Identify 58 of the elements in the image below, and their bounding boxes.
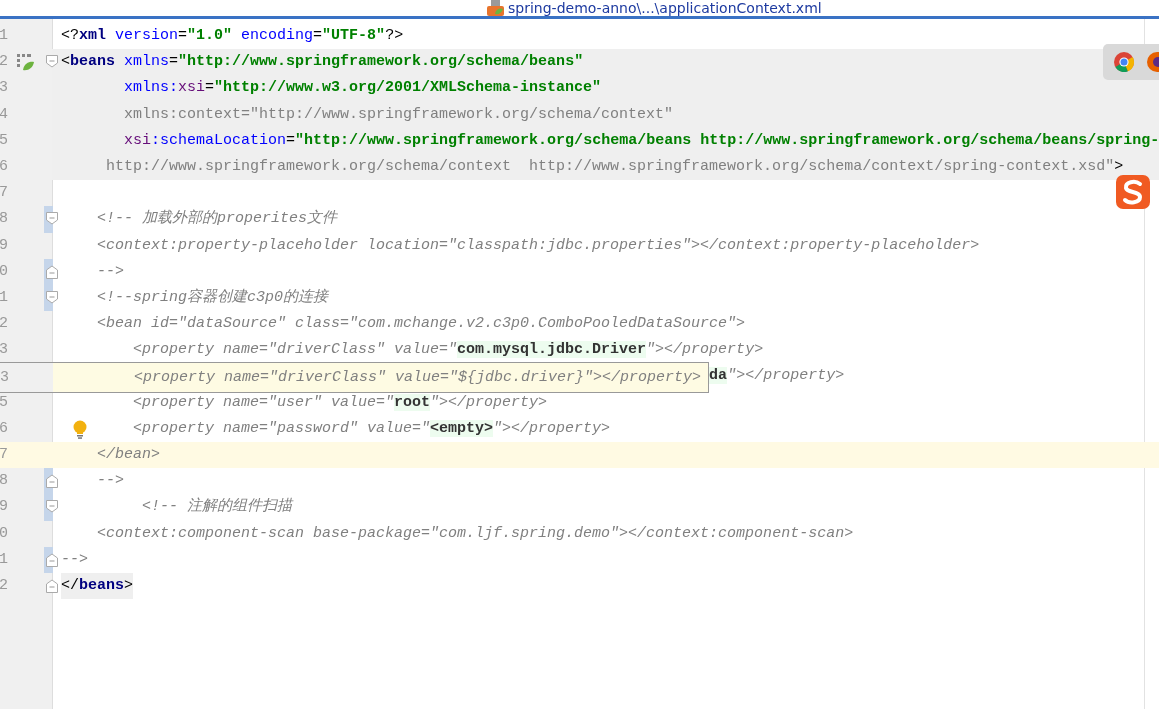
line-number: 6: [0, 419, 8, 437]
line-number: 2: [0, 315, 8, 333]
code-text: <context:component-scan base-package="com.ljf.spring.demo"></context:component-scan>: [97, 523, 854, 544]
line-number: 1: [0, 288, 8, 306]
input-method-icon: [1115, 174, 1151, 210]
line-number: 5: [0, 131, 8, 149]
line-number: 1: [0, 27, 8, 44]
code-text: <property name="driverClass" value="com.mysql.jdbc.Driver"></property>: [133, 340, 764, 361]
code-text: http://www.springframework.org/schema/context http://www.springframework.org/schema/context/spring-context.xsd">: [106, 156, 1124, 177]
fold-marker-icon: [46, 290, 58, 305]
line-number: 6: [0, 157, 8, 175]
code-text: <bean id="dataSource" class="com.mchange.v2.c3p0.ComboPooledDataSource">: [97, 314, 746, 335]
line-number: 8: [0, 472, 8, 490]
code-text: <!--spring容器创建c3p0的连接: [97, 287, 329, 308]
code-text: xmlns:xsi="http://www.w3.org/2001/XMLSchema-instance": [124, 78, 602, 99]
code-text: xsi:schemaLocation="http://www.springframework.org/schema/beans http://www.springframework.org/schema/beans/spring-: [124, 130, 1159, 151]
code-text: </beans>: [61, 572, 134, 600]
line-number: 0: [0, 262, 8, 280]
fold-marker-icon: [46, 578, 58, 593]
code-text: <!-- 注解的组件扫描: [142, 496, 293, 518]
code-text: <!-- 加载外部的properites文件: [97, 208, 338, 230]
code-text: <context:property-placeholder location="classpath:jdbc.properties"></context:property-placeholder>: [97, 235, 980, 256]
line-number: 5: [0, 393, 8, 411]
code-text: -->: [97, 261, 125, 282]
line-number: 9: [0, 236, 8, 254]
line-number: 3: [0, 341, 8, 359]
code-text: <property name="user" value="root"></property>: [133, 392, 548, 413]
line-number: 7: [0, 184, 8, 202]
code-text: <beans xmlns="http://www.springframework.org/schema/beans": [61, 52, 584, 73]
line-number: 3: [0, 79, 8, 97]
line-number: 0: [0, 524, 8, 542]
code-text: xmlns:context="http://www.springframework.org/schema/context": [124, 104, 674, 125]
line-number: 1: [0, 550, 8, 568]
line-number: 9: [0, 498, 8, 516]
line-number: 3: [0, 369, 9, 386]
code-text: </bean>: [97, 445, 161, 465]
line-number: 7: [0, 446, 8, 463]
code-text: da"></property>: [709, 366, 845, 387]
code-text: <property name="password" value="<empty>"></property>: [133, 418, 611, 439]
fold-marker-icon: [46, 264, 58, 279]
bean-icon: [17, 54, 35, 72]
fold-marker-icon: [46, 55, 58, 70]
line-number: 2: [0, 576, 8, 594]
line-number: 2: [0, 53, 8, 71]
chrome-icon: [1113, 51, 1135, 73]
fold-marker-icon: [46, 500, 58, 515]
code-text: <property name="driverClass" value="${jdbc.driver}"></property>: [134, 368, 702, 388]
code-text: -->: [97, 471, 125, 492]
firefox-icon: [1146, 51, 1159, 73]
xml-file-icon: [487, 0, 505, 16]
code-text: <?xml version="1.0" encoding="UTF-8"?>: [61, 26, 404, 46]
line-number: 4: [0, 105, 8, 123]
code-text: -->: [61, 549, 88, 570]
fold-marker-icon: [46, 552, 58, 567]
fold-marker-icon: [46, 474, 58, 489]
line-number: 8: [0, 210, 8, 228]
fold-marker-icon: [46, 212, 58, 227]
file-path: spring-demo-anno\...\applicationContext.xml: [508, 0, 822, 17]
